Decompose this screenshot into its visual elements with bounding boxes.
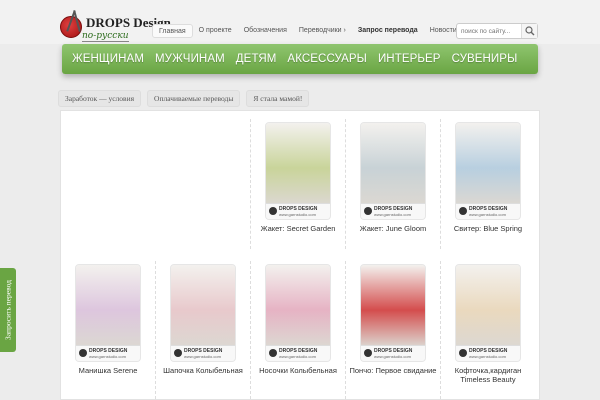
side-tab-label: Запросить перевод <box>3 280 13 340</box>
brand-url: www.garnstudio.com <box>469 354 506 359</box>
product-caption[interactable]: Пончо: Первое свидание <box>346 366 440 375</box>
brand-label: DROPS DESIGN www.garnstudio.com <box>266 345 330 361</box>
search-input[interactable] <box>461 26 521 37</box>
product-caption[interactable]: Свитер: Blue Spring <box>441 224 535 233</box>
brand-url: www.garnstudio.com <box>374 354 411 359</box>
search-icon <box>525 26 535 36</box>
product-caption[interactable]: Кофточка,кардиган Timeless Beauty <box>441 366 535 384</box>
topnav-about[interactable]: О проекте <box>193 24 238 38</box>
topnav-translators[interactable]: Переводчики › <box>293 24 352 38</box>
product-thumbnail[interactable]: DROPS DESIGN www.garnstudio.com <box>455 264 521 362</box>
brand-logo-icon <box>364 349 372 357</box>
product-card[interactable]: DROPS DESIGN www.garnstudio.com Кофточка,… <box>441 264 535 384</box>
search-box <box>456 23 538 39</box>
product-photo <box>171 265 235 347</box>
brand-url: www.garnstudio.com <box>184 354 221 359</box>
top-bar: DROPS Design по-русски Главная О проекте… <box>0 0 600 44</box>
brand-label: DROPS DESIGN www.garnstudio.com <box>171 345 235 361</box>
product-card[interactable]: DROPS DESIGN www.garnstudio.com Шапочка К… <box>156 264 250 375</box>
brand-logo-icon <box>364 207 372 215</box>
brand-url: www.garnstudio.com <box>469 212 506 217</box>
product-caption[interactable]: Жакет: Secret Garden <box>251 224 345 233</box>
request-translation-side-tab[interactable]: Запросить перевод <box>0 268 16 352</box>
search-button[interactable] <box>521 24 537 38</box>
product-thumbnail[interactable]: DROPS DESIGN www.garnstudio.com <box>265 122 331 220</box>
product-caption[interactable]: Жакет: June Gloom <box>346 224 440 233</box>
product-grid: DROPS DESIGN www.garnstudio.com Жакет: Se… <box>60 110 540 400</box>
product-card[interactable]: DROPS DESIGN www.garnstudio.com Свитер: B… <box>441 122 535 233</box>
brand-logo-icon <box>79 349 87 357</box>
logo[interactable]: DROPS Design по-русски <box>58 10 171 46</box>
brand-url: www.garnstudio.com <box>279 212 316 217</box>
main-category-nav: ЖЕНЩИНАМ МУЖЧИНАМ ДЕТЯМ АКСЕССУАРЫ ИНТЕР… <box>62 44 538 74</box>
product-card[interactable]: DROPS DESIGN www.garnstudio.com Пончо: Пе… <box>346 264 440 375</box>
product-photo <box>456 123 520 205</box>
logo-subtitle: по-русски <box>82 31 129 42</box>
sub-nav: Заработок — условия Оплачиваемые перевод… <box>58 90 310 107</box>
product-photo <box>76 265 140 347</box>
brand-label: DROPS DESIGN www.garnstudio.com <box>266 203 330 219</box>
brand-label: DROPS DESIGN www.garnstudio.com <box>361 203 425 219</box>
brand-url: www.garnstudio.com <box>279 354 316 359</box>
product-photo <box>361 265 425 347</box>
product-caption[interactable]: Шапочка Колыбельная <box>156 366 250 375</box>
brand-label: DROPS DESIGN www.garnstudio.com <box>456 345 520 361</box>
product-card[interactable]: DROPS DESIGN www.garnstudio.com Жакет: Se… <box>251 122 345 233</box>
subnav-earnings[interactable]: Заработок — условия <box>58 90 142 107</box>
brand-label: DROPS DESIGN www.garnstudio.com <box>456 203 520 219</box>
brand-logo-icon <box>459 207 467 215</box>
brand-url: www.garnstudio.com <box>374 212 411 217</box>
subnav-paid-translations[interactable]: Оплачиваемые переводы <box>147 90 241 107</box>
nav-interior[interactable]: ИНТЕРЬЕР <box>378 53 441 65</box>
nav-women[interactable]: ЖЕНЩИНАМ <box>72 53 144 65</box>
product-caption[interactable]: Носочки Колыбельная <box>251 366 345 375</box>
product-thumbnail[interactable]: DROPS DESIGN www.garnstudio.com <box>265 264 331 362</box>
product-card[interactable]: DROPS DESIGN www.garnstudio.com Манишка S… <box>61 264 155 375</box>
product-photo <box>266 123 330 205</box>
nav-kids[interactable]: ДЕТЯМ <box>236 53 277 65</box>
topnav-symbols[interactable]: Обозначения <box>238 24 293 38</box>
product-thumbnail[interactable]: DROPS DESIGN www.garnstudio.com <box>75 264 141 362</box>
brand-logo-icon <box>459 349 467 357</box>
brand-logo-icon <box>174 349 182 357</box>
product-card[interactable]: DROPS DESIGN www.garnstudio.com Носочки К… <box>251 264 345 375</box>
topnav-home[interactable]: Главная <box>152 24 193 38</box>
nav-souvenirs[interactable]: СУВЕНИРЫ <box>452 53 518 65</box>
product-thumbnail[interactable]: DROPS DESIGN www.garnstudio.com <box>455 122 521 220</box>
brand-label: DROPS DESIGN www.garnstudio.com <box>76 345 140 361</box>
product-card[interactable]: DROPS DESIGN www.garnstudio.com Жакет: Ju… <box>346 122 440 233</box>
subnav-became-mom[interactable]: Я стала мамой! <box>246 90 310 107</box>
product-thumbnail[interactable]: DROPS DESIGN www.garnstudio.com <box>170 264 236 362</box>
topnav-request-translation[interactable]: Запрос перевода <box>352 24 424 38</box>
brand-logo-icon <box>269 207 277 215</box>
product-photo <box>266 265 330 347</box>
brand-label: DROPS DESIGN www.garnstudio.com <box>361 345 425 361</box>
nav-accessories[interactable]: АКСЕССУАРЫ <box>287 53 367 65</box>
top-nav: Главная О проекте Обозначения Переводчик… <box>152 24 463 38</box>
product-photo <box>456 265 520 347</box>
product-caption[interactable]: Манишка Serene <box>61 366 155 375</box>
product-thumbnail[interactable]: DROPS DESIGN www.garnstudio.com <box>360 122 426 220</box>
brand-url: www.garnstudio.com <box>89 354 126 359</box>
product-photo <box>361 123 425 205</box>
product-thumbnail[interactable]: DROPS DESIGN www.garnstudio.com <box>360 264 426 362</box>
nav-men[interactable]: МУЖЧИНАМ <box>155 53 225 65</box>
brand-logo-icon <box>269 349 277 357</box>
